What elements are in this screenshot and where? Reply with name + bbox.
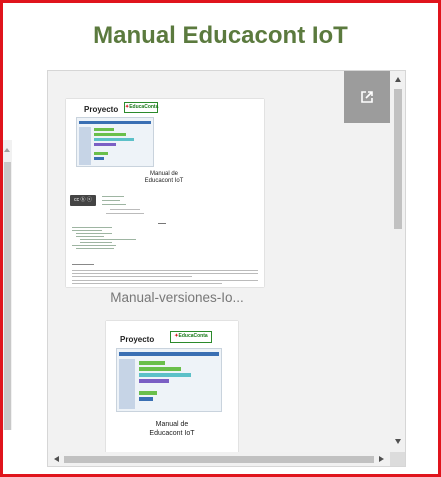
open-in-new-window-button[interactable] bbox=[344, 71, 390, 123]
scroll-left-icon[interactable] bbox=[54, 456, 59, 462]
page-scroll-thumb[interactable] bbox=[4, 162, 11, 430]
scrollbar-corner bbox=[390, 452, 405, 466]
page-caption-line2: Educacont IoT bbox=[149, 430, 195, 437]
document-thumbnail[interactable]: Proyecto ✦EducaConta Manual de Educacont… bbox=[106, 321, 238, 461]
educacont-logo: ✦EducaConta bbox=[170, 331, 212, 343]
creative-commons-badge-icon: cc ⓑ ⓢ bbox=[70, 195, 96, 206]
page-scrollbar[interactable] bbox=[3, 140, 12, 430]
page-caption-line1: Manual de bbox=[155, 421, 189, 428]
scroll-right-icon[interactable] bbox=[379, 456, 384, 462]
page-caption-line2: Educacont IoT bbox=[144, 178, 184, 184]
vertical-scroll-thumb[interactable] bbox=[394, 89, 402, 229]
page-header-text: Proyecto bbox=[84, 105, 119, 114]
educacont-logo: ✦EducaConta bbox=[124, 102, 158, 113]
scroll-down-icon[interactable] bbox=[395, 439, 401, 444]
scroll-up-icon[interactable] bbox=[395, 77, 401, 82]
page-scroll-up-arrow[interactable] bbox=[4, 148, 10, 152]
app-screenshot-image bbox=[76, 117, 154, 167]
document-viewer[interactable]: Proyecto ✦EducaConta Manual de Educacont… bbox=[47, 70, 406, 467]
page-caption-line1: Manual de bbox=[149, 171, 179, 177]
viewer-horizontal-scrollbar[interactable] bbox=[48, 452, 390, 466]
viewer-vertical-scrollbar[interactable] bbox=[390, 71, 405, 452]
section-title: Manual Educacont IoT bbox=[93, 22, 348, 49]
app-screenshot-image bbox=[116, 348, 222, 412]
open-in-new-icon bbox=[361, 91, 373, 103]
document-thumbnail[interactable]: Proyecto ✦EducaConta Manual de Educacont… bbox=[66, 99, 264, 287]
page-header-text: Proyecto bbox=[120, 335, 155, 344]
document-file-name[interactable]: Manual-versiones-Io... bbox=[48, 290, 306, 305]
horizontal-scroll-thumb[interactable] bbox=[64, 456, 374, 463]
